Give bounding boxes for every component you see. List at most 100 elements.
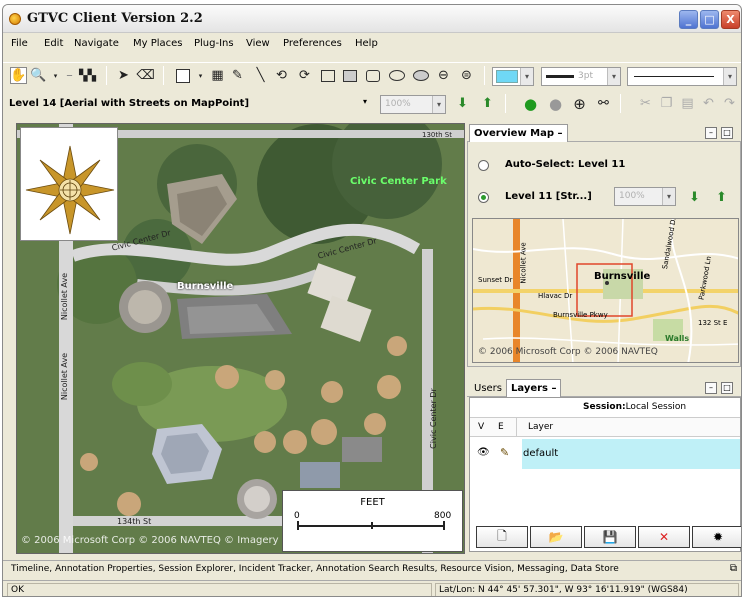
pencil-icon[interactable]: ✎ bbox=[500, 446, 509, 459]
menu-view[interactable]: View bbox=[246, 38, 270, 49]
overview-map-view[interactable]: Burnsville Nicollet Ave Hlavac Dr Burnsv… bbox=[472, 218, 739, 363]
menu-navigate[interactable]: Navigate bbox=[74, 38, 119, 49]
tab-users[interactable]: Users bbox=[470, 381, 506, 397]
main-map-view[interactable]: Civic Center Park Burnsville Civic Cente… bbox=[16, 123, 465, 554]
circle-tool-icon[interactable]: ⊜ bbox=[458, 67, 475, 84]
menu-file[interactable]: File bbox=[11, 38, 28, 49]
line-width-preview bbox=[546, 75, 574, 78]
open-layer-button[interactable]: 📂 bbox=[530, 526, 582, 548]
go-forward-icon[interactable]: ● bbox=[522, 95, 539, 113]
session-info: Session:Local Session bbox=[583, 402, 686, 412]
filled-ellipse-tool-icon[interactable] bbox=[412, 70, 429, 81]
close-button[interactable]: X bbox=[721, 10, 740, 29]
tab-overview-map[interactable]: Overview Map – bbox=[469, 124, 568, 142]
line-style-select[interactable]: ▾ bbox=[627, 67, 737, 86]
ellipse-tool-icon[interactable] bbox=[388, 70, 405, 81]
map-label-burnsville: Burnsville bbox=[177, 281, 234, 292]
layer-row[interactable]: 👁 ✎ default bbox=[470, 439, 740, 469]
image-icon[interactable]: ▦ bbox=[209, 67, 226, 84]
stop-icon[interactable]: ● bbox=[547, 95, 564, 113]
binoculars-tool-icon[interactable]: ▚▚ bbox=[79, 67, 96, 84]
delete-layer-button[interactable]: ✕ bbox=[638, 526, 690, 548]
scale-tick bbox=[443, 521, 445, 530]
zoom-percent-select[interactable]: 100% ▾ bbox=[380, 95, 446, 114]
level-radio[interactable] bbox=[478, 192, 489, 203]
minimize-button[interactable]: _ bbox=[679, 10, 698, 29]
session-label: Session: bbox=[583, 402, 626, 412]
binoculars-icon[interactable]: ⚯ bbox=[595, 95, 612, 112]
select-arrow-icon[interactable]: ➤ bbox=[115, 67, 132, 84]
column-layer[interactable]: Layer bbox=[528, 422, 553, 432]
paste-icon[interactable]: ▤ bbox=[679, 95, 696, 112]
redo-icon[interactable]: ↷ bbox=[721, 95, 738, 112]
color-dropdown-icon[interactable]: ▾ bbox=[192, 67, 209, 84]
download-level-icon[interactable]: ⬇ bbox=[454, 95, 471, 112]
restore-panel-icon[interactable]: ⧉ bbox=[730, 563, 737, 574]
undo-icon[interactable]: ↶ bbox=[700, 95, 717, 112]
menu-preferences[interactable]: Preferences bbox=[283, 38, 342, 49]
copy-icon[interactable]: ❐ bbox=[658, 95, 675, 112]
line-tool-icon[interactable]: ╲ bbox=[252, 67, 269, 84]
level-dropdown-icon[interactable]: ▾ bbox=[363, 97, 367, 106]
overview-upload-icon[interactable]: ⬆ bbox=[713, 189, 730, 206]
menu-my-places[interactable]: My Places bbox=[133, 38, 183, 49]
filled-rectangle-tool-icon[interactable] bbox=[342, 69, 357, 82]
cut-icon[interactable]: ✂ bbox=[637, 95, 654, 112]
overview-zoom-select[interactable]: 100% ▾ bbox=[614, 187, 676, 206]
scale-bar: FEET 0 800 bbox=[282, 490, 463, 552]
overview-label-132nd: 132 St E bbox=[698, 319, 728, 327]
chevron-down-icon: ▾ bbox=[520, 68, 533, 85]
zoom-icon[interactable]: 🔍 bbox=[30, 67, 47, 84]
polygon-tool-icon[interactable]: ⟳ bbox=[296, 67, 313, 84]
app-window: GTVC Client Version 2.2 _ □ X File Edit … bbox=[2, 4, 742, 597]
docked-tabs-bar[interactable]: Timeline, Annotation Properties, Session… bbox=[3, 560, 741, 578]
menu-help[interactable]: Help bbox=[355, 38, 378, 49]
panel-minimize-icon[interactable]: – bbox=[705, 382, 717, 394]
overview-map-place: Burnsville bbox=[594, 271, 651, 282]
maximize-button[interactable]: □ bbox=[700, 10, 719, 29]
polyline-tool-icon[interactable]: ⟲ bbox=[273, 67, 290, 84]
tab-layers[interactable]: Layers – bbox=[506, 379, 562, 397]
pin-icon[interactable]: ✎ bbox=[229, 67, 246, 84]
eye-icon[interactable]: 👁 bbox=[477, 447, 490, 458]
color-swatch-icon[interactable] bbox=[175, 68, 190, 83]
chevron-down-icon: ▾ bbox=[607, 68, 620, 85]
save-layer-button[interactable]: 💾 bbox=[584, 526, 636, 548]
column-visible[interactable]: V bbox=[478, 422, 484, 432]
panel-maximize-icon[interactable]: □ bbox=[721, 127, 733, 139]
rectangle-tool-icon[interactable] bbox=[320, 69, 335, 82]
title-bar: GTVC Client Version 2.2 _ □ X bbox=[3, 5, 741, 33]
minus-icon[interactable]: – bbox=[61, 67, 78, 84]
column-editable[interactable]: E bbox=[498, 422, 504, 432]
overview-download-icon[interactable]: ⬇ bbox=[686, 189, 703, 206]
line-width-select[interactable]: 3pt ▾ bbox=[541, 67, 621, 86]
tab-overview-label: Overview Map bbox=[474, 128, 555, 139]
scale-start: 0 bbox=[294, 511, 300, 521]
docked-tabs-list[interactable]: Timeline, Annotation Properties, Session… bbox=[11, 564, 619, 574]
overview-zoom-value: 100% bbox=[619, 191, 645, 201]
panel-minimize-icon[interactable]: – bbox=[705, 127, 717, 139]
circle-arrow-icon[interactable]: ⊖ bbox=[435, 67, 452, 84]
compass-rose[interactable] bbox=[20, 127, 118, 241]
new-layer-button[interactable]: 🗋 bbox=[476, 526, 528, 548]
pan-hand-icon[interactable]: ✋ bbox=[10, 67, 27, 84]
auto-select-radio[interactable] bbox=[478, 160, 489, 171]
menu-plug-ins[interactable]: Plug-Ins bbox=[194, 38, 234, 49]
menu-edit[interactable]: Edit bbox=[44, 38, 63, 49]
scale-unit: FEET bbox=[360, 497, 385, 508]
eraser-icon[interactable]: ⌫ bbox=[136, 67, 154, 84]
upload-level-icon[interactable]: ⬆ bbox=[479, 95, 496, 112]
toolbar-separator bbox=[505, 94, 506, 113]
overview-label-hlavac: Hlavac Dr bbox=[538, 292, 573, 300]
toolbar-separator bbox=[106, 66, 107, 85]
panel-maximize-icon[interactable]: □ bbox=[721, 382, 733, 394]
new-document-icon: 🗋 bbox=[497, 528, 507, 543]
chevron-down-icon: ▾ bbox=[432, 96, 445, 113]
auto-select-label: Auto-Select: Level 11 bbox=[505, 159, 626, 170]
fill-color-select[interactable]: ▾ bbox=[492, 67, 534, 86]
rounded-rect-tool-icon[interactable] bbox=[365, 69, 380, 82]
scale-end: 800 bbox=[434, 511, 452, 521]
layer-properties-button[interactable]: ✹ bbox=[692, 526, 741, 548]
crosshair-icon[interactable]: ⊕ bbox=[571, 95, 588, 113]
zoom-percent-value: 100% bbox=[385, 99, 411, 109]
